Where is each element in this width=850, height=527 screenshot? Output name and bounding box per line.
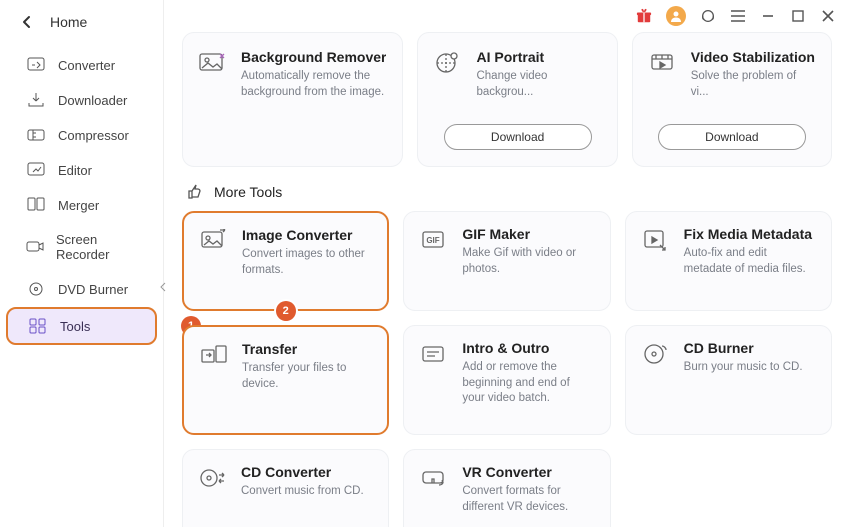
background-remover-icon bbox=[199, 49, 227, 77]
card-intro-outro[interactable]: Intro & Outro Add or remove the beginnin… bbox=[403, 325, 610, 435]
more-tools-header: More Tools bbox=[182, 167, 832, 211]
card-subtitle: Solve the problem of vi... bbox=[691, 69, 815, 100]
sidebar-item-label: Editor bbox=[58, 163, 92, 178]
card-video-stabilization[interactable]: Video Stabilization Solve the problem of… bbox=[632, 32, 832, 167]
card-subtitle: Add or remove the beginning and end of y… bbox=[462, 360, 593, 407]
gif-maker-icon: GIF bbox=[420, 226, 448, 254]
sidebar-item-label: Merger bbox=[58, 198, 99, 213]
menu-icon[interactable] bbox=[730, 8, 746, 24]
svg-text:GIF: GIF bbox=[427, 236, 440, 245]
card-title: Intro & Outro bbox=[462, 340, 593, 356]
close-button[interactable] bbox=[820, 8, 836, 24]
intro-outro-icon bbox=[420, 340, 448, 368]
card-title: Fix Media Metadata bbox=[684, 226, 815, 242]
converter-icon bbox=[26, 57, 46, 73]
card-cd-converter[interactable]: CD Converter Convert music from CD. bbox=[182, 449, 389, 527]
editor-icon bbox=[26, 162, 46, 178]
card-title: VR Converter bbox=[462, 464, 593, 480]
sidebar-item-converter[interactable]: Converter bbox=[6, 48, 157, 82]
card-subtitle: Change video backgrou... bbox=[476, 69, 600, 100]
download-button[interactable]: Download bbox=[444, 124, 592, 150]
annotation-step-2: 2 bbox=[276, 301, 296, 321]
dvd-burner-icon bbox=[26, 281, 46, 297]
vr-converter-icon bbox=[420, 464, 448, 492]
minimize-button[interactable] bbox=[760, 8, 776, 24]
card-subtitle: Auto-fix and edit metadate of media file… bbox=[684, 246, 815, 277]
transfer-icon bbox=[200, 341, 228, 369]
card-ai-portrait[interactable]: AI Portrait Change video backgrou... Dow… bbox=[417, 32, 617, 167]
collapse-sidebar-icon[interactable] bbox=[156, 280, 170, 294]
more-tools-label: More Tools bbox=[214, 184, 282, 200]
card-subtitle: Convert music from CD. bbox=[241, 484, 364, 500]
back-icon[interactable] bbox=[22, 15, 32, 29]
support-icon[interactable] bbox=[700, 8, 716, 24]
sidebar-item-label: Downloader bbox=[58, 93, 127, 108]
sidebar-item-label: Compressor bbox=[58, 128, 129, 143]
card-title: Image Converter bbox=[242, 227, 371, 243]
sidebar-item-tools-highlight: Tools 1 bbox=[6, 307, 157, 345]
card-subtitle: Transfer your files to device. bbox=[242, 361, 371, 392]
image-converter-icon bbox=[200, 227, 228, 255]
card-title: Background Remover bbox=[241, 49, 386, 65]
sidebar-item-dvd-burner[interactable]: DVD Burner bbox=[6, 272, 157, 306]
card-title: Video Stabilization bbox=[691, 49, 815, 65]
downloader-icon bbox=[26, 92, 46, 108]
card-title: CD Burner bbox=[684, 340, 803, 356]
sidebar-item-screen-recorder[interactable]: Screen Recorder bbox=[6, 223, 157, 271]
sidebar-item-label: Screen Recorder bbox=[56, 232, 143, 262]
card-subtitle: Burn your music to CD. bbox=[684, 360, 803, 376]
screen-recorder-icon bbox=[26, 239, 44, 255]
card-gif-maker[interactable]: GIF GIF Maker Make Gif with video or pho… bbox=[403, 211, 610, 311]
sidebar-item-merger[interactable]: Merger bbox=[6, 188, 157, 222]
video-stabilization-icon bbox=[649, 49, 677, 77]
main-area: Background Remover Automatically remove … bbox=[164, 0, 850, 527]
sidebar-item-label: Converter bbox=[58, 58, 115, 73]
sidebar-item-label: DVD Burner bbox=[58, 282, 128, 297]
card-title: AI Portrait bbox=[476, 49, 600, 65]
card-title: CD Converter bbox=[241, 464, 364, 480]
home-label[interactable]: Home bbox=[50, 14, 87, 30]
sidebar-item-tools[interactable]: Tools bbox=[6, 307, 157, 345]
cd-burner-icon bbox=[642, 340, 670, 368]
gift-icon[interactable] bbox=[636, 8, 652, 24]
card-subtitle: Convert formats for different VR devices… bbox=[462, 484, 593, 515]
sidebar-list: Converter Downloader Compressor Editor M… bbox=[0, 48, 163, 345]
tools-icon bbox=[28, 318, 48, 334]
card-title: GIF Maker bbox=[462, 226, 593, 242]
card-title: Transfer bbox=[242, 341, 371, 357]
avatar[interactable] bbox=[666, 6, 686, 26]
card-subtitle: Make Gif with video or photos. bbox=[462, 246, 593, 277]
sidebar-item-editor[interactable]: Editor bbox=[6, 153, 157, 187]
compressor-icon bbox=[26, 127, 46, 143]
ai-portrait-icon bbox=[434, 49, 462, 77]
download-button[interactable]: Download bbox=[658, 124, 806, 150]
card-vr-converter[interactable]: VR Converter Convert formats for differe… bbox=[403, 449, 610, 527]
sidebar-item-label: Tools bbox=[60, 319, 90, 334]
card-subtitle: Automatically remove the background from… bbox=[241, 69, 386, 100]
card-image-converter[interactable]: Image Converter Convert images to other … bbox=[182, 211, 389, 311]
card-background-remover[interactable]: Background Remover Automatically remove … bbox=[182, 32, 403, 167]
maximize-button[interactable] bbox=[790, 8, 806, 24]
card-subtitle: Convert images to other formats. bbox=[242, 247, 371, 278]
titlebar bbox=[164, 0, 850, 32]
card-fix-media-metadata[interactable]: Fix Media Metadata Auto-fix and edit met… bbox=[625, 211, 832, 311]
sidebar-item-downloader[interactable]: Downloader bbox=[6, 83, 157, 117]
thumbs-up-icon bbox=[186, 183, 204, 201]
cd-converter-icon bbox=[199, 464, 227, 492]
merger-icon bbox=[26, 197, 46, 213]
card-transfer[interactable]: Transfer Transfer your files to device. bbox=[182, 325, 389, 435]
card-cd-burner[interactable]: CD Burner Burn your music to CD. bbox=[625, 325, 832, 435]
fix-metadata-icon bbox=[642, 226, 670, 254]
sidebar-item-compressor[interactable]: Compressor bbox=[6, 118, 157, 152]
sidebar: Home Converter Downloader Compressor Edi… bbox=[0, 0, 164, 527]
